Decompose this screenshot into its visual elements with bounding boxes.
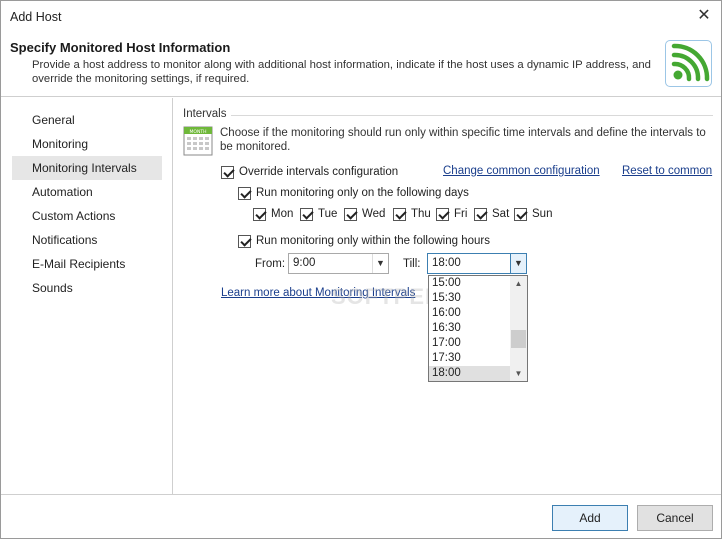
day-wed-label: Wed: [362, 208, 386, 220]
close-icon[interactable]: ✕: [691, 4, 717, 28]
reset-to-common-link[interactable]: Reset to common: [622, 165, 712, 177]
from-label: From:: [255, 258, 286, 270]
days-checkbox-row[interactable]: Run monitoring only on the following day…: [238, 185, 469, 201]
add-button[interactable]: Add: [552, 505, 628, 531]
sidebar-item-custom-actions[interactable]: Custom Actions: [12, 204, 162, 228]
chevron-up-icon[interactable]: ▲: [510, 276, 527, 291]
calendar-month-text: MONTH: [190, 129, 207, 135]
till-option[interactable]: 16:00: [429, 306, 511, 321]
day-sun-label: Sun: [532, 208, 553, 220]
dialog-header: Specify Monitored Host Information Provi…: [1, 32, 721, 97]
day-fri-label: Fri: [454, 208, 468, 220]
wifi-signal-icon: [665, 40, 712, 87]
from-time-value: 9:00: [293, 257, 316, 269]
day-sun[interactable]: Sun: [514, 206, 552, 222]
override-intervals-label: Override intervals configuration: [239, 166, 399, 178]
sidebar-item-sounds[interactable]: Sounds: [12, 276, 162, 300]
cancel-button[interactable]: Cancel: [637, 505, 713, 531]
till-option[interactable]: 16:30: [429, 321, 511, 336]
day-wed[interactable]: Wed: [344, 206, 385, 222]
day-mon[interactable]: Mon: [253, 206, 293, 222]
header-title: Specify Monitored Host Information: [10, 40, 231, 55]
override-intervals-checkbox-row[interactable]: Override intervals configuration: [221, 164, 398, 180]
sidebar-item-general[interactable]: General: [12, 108, 162, 132]
sidebar-item-email-recipients[interactable]: E-Mail Recipients: [12, 252, 162, 276]
chevron-down-icon[interactable]: ▼: [372, 254, 388, 273]
title-bar: Add Host ✕: [1, 1, 721, 32]
from-time-select[interactable]: 9:00 ▼: [288, 253, 389, 274]
till-time-dropdown[interactable]: 15:00 15:30 16:00 16:30 17:00 17:30 18:0…: [428, 275, 528, 382]
dropdown-scrollbar[interactable]: ▲ ▼: [510, 276, 527, 381]
till-option[interactable]: 15:30: [429, 291, 511, 306]
group-label-intervals: Intervals: [183, 108, 227, 120]
day-mon-checkbox[interactable]: [253, 207, 266, 221]
day-wed-checkbox[interactable]: [344, 207, 357, 221]
day-fri-checkbox[interactable]: [436, 207, 449, 221]
till-option[interactable]: 15:00: [429, 276, 511, 291]
till-option-selected[interactable]: 18:00: [429, 366, 511, 381]
day-fri[interactable]: Fri: [436, 206, 467, 222]
run-within-hours-checkbox[interactable]: [238, 234, 251, 248]
window-title: Add Host: [10, 10, 62, 24]
day-tue-label: Tue: [318, 208, 338, 220]
run-on-days-label: Run monitoring only on the following day…: [256, 187, 469, 199]
settings-sidebar: General Monitoring Monitoring Intervals …: [1, 98, 173, 494]
add-host-dialog: Add Host ✕ Specify Monitored Host Inform…: [0, 0, 722, 539]
day-sat-checkbox[interactable]: [474, 207, 487, 221]
sidebar-item-monitoring-intervals[interactable]: Monitoring Intervals: [12, 156, 162, 180]
day-sat[interactable]: Sat: [474, 206, 509, 222]
till-time-select[interactable]: 18:00 ▼: [427, 253, 527, 274]
chevron-down-icon[interactable]: ▼: [510, 366, 527, 381]
till-option[interactable]: 17:00: [429, 336, 511, 351]
sidebar-item-notifications[interactable]: Notifications: [12, 228, 162, 252]
sidebar-item-automation[interactable]: Automation: [12, 180, 162, 204]
day-sun-checkbox[interactable]: [514, 207, 527, 221]
override-intervals-checkbox[interactable]: [221, 165, 234, 179]
day-thu-checkbox[interactable]: [393, 207, 406, 221]
run-on-days-checkbox[interactable]: [238, 186, 251, 200]
scrollbar-thumb[interactable]: [511, 330, 526, 348]
day-tue-checkbox[interactable]: [300, 207, 313, 221]
day-thu-label: Thu: [411, 208, 431, 220]
sidebar-item-monitoring[interactable]: Monitoring: [12, 132, 162, 156]
day-tue[interactable]: Tue: [300, 206, 337, 222]
dialog-footer: Add Cancel: [1, 494, 721, 538]
day-mon-label: Mon: [271, 208, 294, 220]
hours-checkbox-row[interactable]: Run monitoring only within the following…: [238, 233, 490, 249]
till-option[interactable]: 17:30: [429, 351, 511, 366]
group-divider: [231, 115, 713, 116]
run-within-hours-label: Run monitoring only within the following…: [256, 235, 490, 247]
intervals-intro-text: Choose if the monitoring should run only…: [220, 127, 706, 153]
day-sat-label: Sat: [492, 208, 510, 220]
calendar-icon: MONTH: [183, 126, 213, 156]
header-description: Provide a host address to monitor along …: [32, 59, 651, 85]
day-thu[interactable]: Thu: [393, 206, 431, 222]
till-time-value: 18:00: [432, 257, 461, 269]
change-common-configuration-link[interactable]: Change common configuration: [443, 165, 600, 177]
till-label: Till:: [403, 258, 421, 270]
chevron-down-icon[interactable]: ▼: [510, 254, 526, 273]
